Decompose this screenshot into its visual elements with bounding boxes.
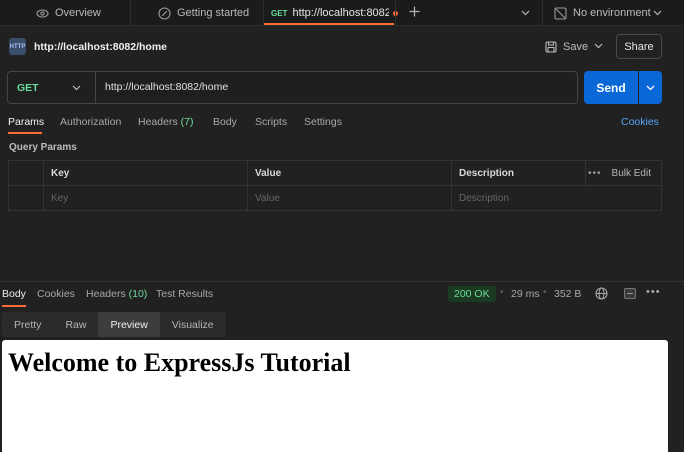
chevron-down-icon	[653, 7, 662, 19]
table-row: Key Value Description	[9, 186, 661, 211]
no-environment-icon	[554, 6, 567, 20]
tab-settings[interactable]: Settings	[304, 116, 342, 128]
table-header-row: Key Value Description ••• Bulk Edit	[9, 161, 661, 186]
response-size[interactable]: 352 B	[554, 288, 581, 300]
method-select[interactable]: GET	[8, 72, 96, 103]
active-tab-indicator	[264, 23, 394, 25]
tab-params[interactable]: Params	[8, 116, 44, 128]
checkbox-column-header	[9, 161, 44, 186]
active-tab-indicator	[8, 132, 42, 134]
tab-headers-label: Headers	[138, 116, 178, 128]
response-tab-body[interactable]: Body	[2, 288, 26, 300]
tab-getting-started[interactable]: Getting started	[158, 0, 249, 26]
column-header-description: Description	[452, 161, 586, 186]
save-button[interactable]: Save	[545, 38, 588, 56]
column-header-key: Key	[44, 161, 248, 186]
response-view-tabs: Pretty Raw Preview Visualize	[2, 312, 226, 337]
tab-scripts[interactable]: Scripts	[255, 116, 287, 128]
tab-overview-label: Overview	[55, 7, 101, 19]
chevron-down-icon	[646, 82, 655, 94]
response-divider[interactable]	[0, 281, 684, 282]
cookies-link[interactable]: Cookies	[621, 116, 659, 128]
bulk-edit-label: Bulk Edit	[611, 168, 651, 179]
value-input[interactable]: Value	[248, 186, 452, 211]
chevron-down-icon	[72, 82, 81, 94]
environment-selector[interactable]: No environment	[554, 0, 651, 26]
separator-dot: •	[543, 287, 547, 298]
query-params-table: Key Value Description ••• Bulk Edit Key …	[8, 160, 662, 211]
method-label: GET	[17, 81, 39, 94]
response-tab-cookies[interactable]: Cookies	[37, 288, 75, 300]
http-request-icon: HTTP	[9, 38, 26, 55]
chevron-down-icon	[521, 7, 530, 19]
response-headers-count: (10)	[128, 288, 148, 300]
more-options-icon[interactable]: •••	[646, 286, 661, 298]
environment-label: No environment	[573, 7, 651, 19]
tab-bar: Overview Getting started GET http://loca…	[0, 0, 684, 26]
send-options-button[interactable]	[639, 71, 662, 104]
tab-divider	[542, 0, 543, 26]
response-preview: Welcome to ExpressJs Tutorial	[2, 340, 668, 452]
headers-count: (7)	[180, 116, 194, 128]
description-input[interactable]: Description	[452, 186, 661, 211]
row-checkbox-cell	[9, 186, 44, 211]
response-time[interactable]: 29 ms	[511, 288, 540, 300]
view-tab-raw[interactable]: Raw	[53, 312, 98, 337]
view-tab-pretty[interactable]: Pretty	[2, 312, 53, 337]
chevron-down-icon	[594, 40, 603, 52]
url-input[interactable]: http://localhost:8082/home	[105, 81, 228, 93]
key-input[interactable]: Key	[44, 186, 248, 211]
tabs-overflow-button[interactable]	[521, 0, 530, 26]
save-response-icon	[624, 288, 636, 302]
active-tab-indicator	[2, 305, 26, 307]
plus-icon	[409, 6, 420, 20]
environment-dropdown[interactable]	[653, 0, 662, 26]
new-tab-button[interactable]	[409, 0, 420, 26]
send-button[interactable]: Send	[584, 71, 638, 104]
bulk-edit-button[interactable]: ••• Bulk Edit	[588, 161, 651, 186]
save-response-button[interactable]	[624, 288, 636, 302]
save-label: Save	[563, 41, 589, 53]
preview-heading: Welcome to ExpressJs Tutorial	[8, 348, 351, 377]
tab-divider	[395, 0, 396, 26]
tab-getting-started-label: Getting started	[177, 7, 250, 19]
save-icon	[545, 41, 557, 53]
tab-divider	[130, 0, 131, 26]
query-params-title: Query Params	[9, 142, 77, 153]
view-tab-visualize[interactable]: Visualize	[160, 312, 226, 337]
network-info-button[interactable]	[595, 287, 608, 303]
column-header-value: Value	[248, 161, 452, 186]
separator-dot: •	[500, 287, 504, 298]
tab-headers[interactable]: Headers (7)	[138, 116, 193, 128]
response-headers-label: Headers	[86, 288, 126, 300]
save-options-button[interactable]	[594, 40, 603, 52]
overview-icon	[36, 7, 49, 20]
response-tab-headers[interactable]: Headers (10)	[86, 288, 147, 300]
tab-method-badge: GET	[271, 8, 288, 18]
tab-body[interactable]: Body	[213, 116, 237, 128]
tab-authorization[interactable]: Authorization	[60, 116, 121, 128]
more-options-icon: •••	[588, 168, 602, 179]
globe-icon	[595, 287, 608, 303]
tab-request-label: http://localhost:8082/hc	[292, 7, 390, 19]
share-button[interactable]: Share	[616, 34, 662, 59]
url-bar: GET http://localhost:8082/home	[7, 71, 578, 104]
request-title[interactable]: http://localhost:8082/home	[34, 41, 167, 53]
getting-started-icon	[158, 6, 171, 20]
view-tab-preview[interactable]: Preview	[98, 312, 160, 337]
response-tab-test-results[interactable]: Test Results	[156, 288, 213, 300]
tab-overview[interactable]: Overview	[36, 0, 101, 26]
status-badge[interactable]: 200 OK	[448, 286, 496, 302]
